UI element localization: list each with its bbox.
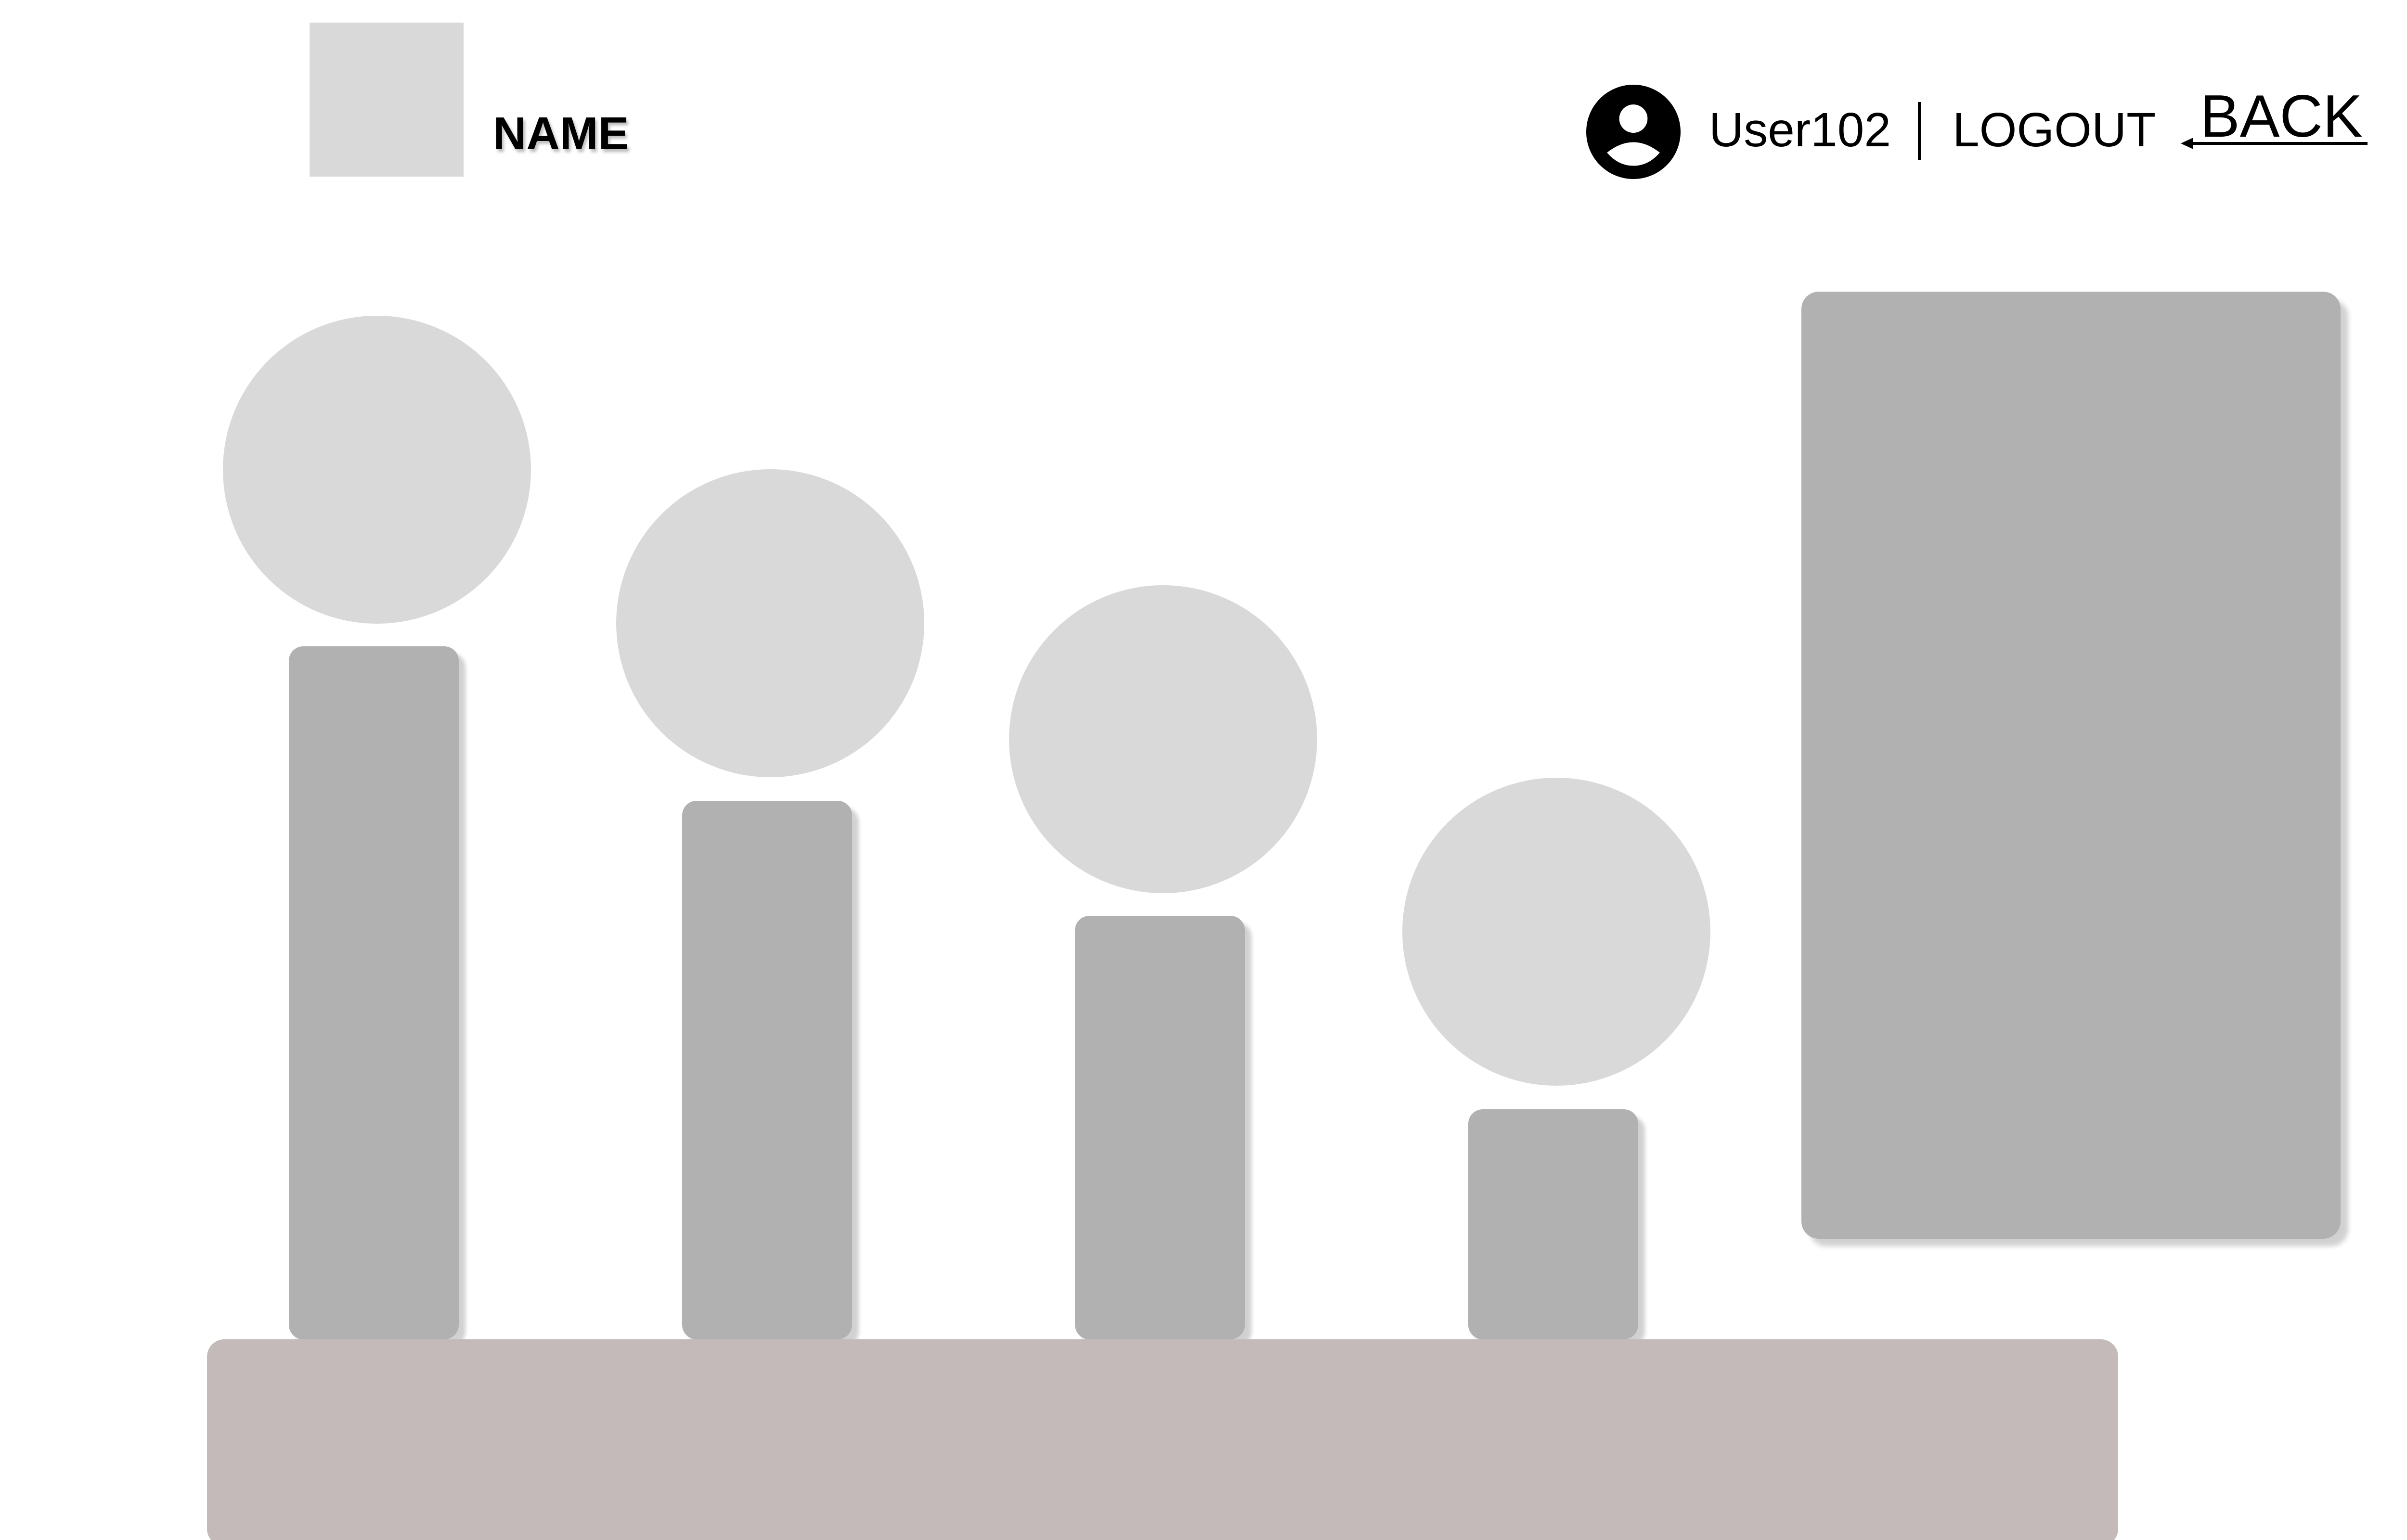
- username-label: User102: [1709, 103, 1891, 157]
- logout-link[interactable]: LOGOUT: [1953, 106, 2156, 154]
- header-divider: [1918, 102, 1921, 160]
- ranking-avatar-2: [616, 469, 924, 777]
- ranking-avatar-1: [223, 316, 531, 624]
- arrow-left-icon[interactable]: [2181, 134, 2368, 153]
- logo-placeholder: [310, 23, 464, 177]
- podium-base: [207, 1339, 2118, 1540]
- ranking-avatar-4: [1402, 778, 1710, 1086]
- ranking-bar-4: [1468, 1109, 1638, 1339]
- brand-name: NAME: [493, 108, 629, 159]
- ranking-bar-2: [682, 801, 852, 1339]
- leaderboard-screen: NAME User102 LOGOUT BACK: [0, 0, 2407, 1540]
- user-avatar-icon[interactable]: [1586, 85, 1681, 179]
- ranking-avatar-3: [1009, 585, 1317, 893]
- details-panel: [1801, 292, 2341, 1239]
- ranking-bar-3: [1075, 916, 1245, 1339]
- ranking-bar-1: [289, 646, 459, 1339]
